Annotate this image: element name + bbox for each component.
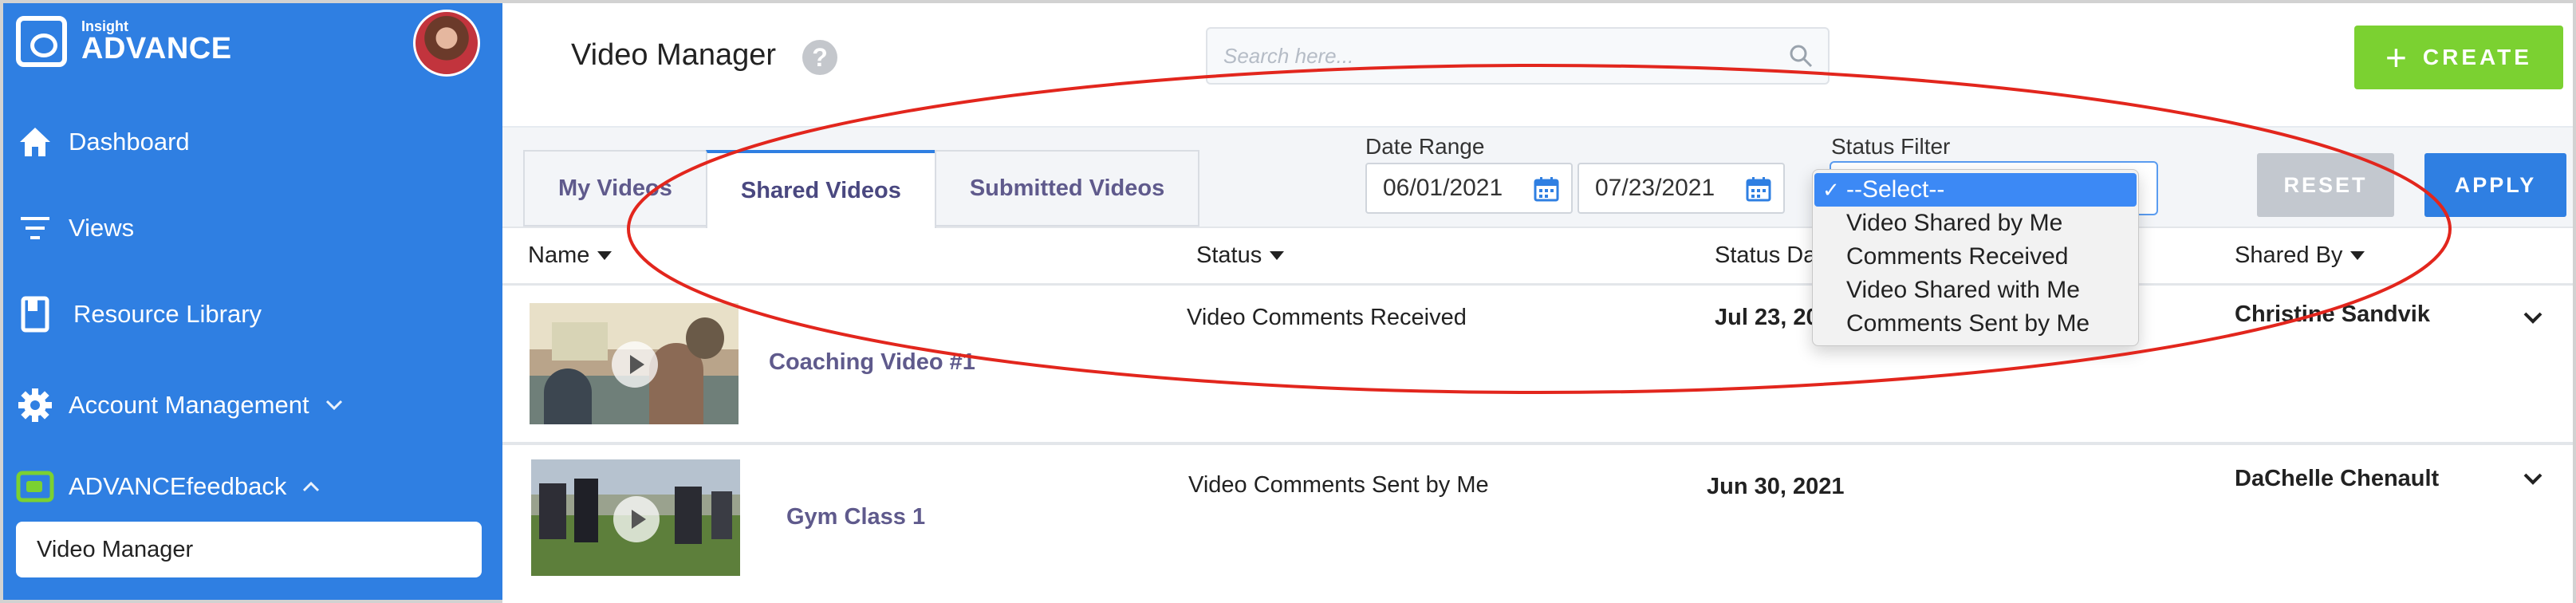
gear-icon xyxy=(16,386,54,424)
sidebar-item-views[interactable]: Views xyxy=(16,206,134,250)
dropdown-option-comments-sent-by-me[interactable]: Comments Sent by Me xyxy=(1813,307,2138,341)
filter-lines-icon xyxy=(16,209,54,247)
filter-bar: My Videos Shared Videos Submitted Videos… xyxy=(502,128,2573,228)
sort-caret-icon xyxy=(2350,251,2365,260)
shared-by-cell: DaChelle Chenault xyxy=(2235,466,2440,491)
search-box xyxy=(1206,27,1830,85)
top-bar: Video Manager ? + CREATE xyxy=(502,3,2573,128)
create-label: CREATE xyxy=(2422,45,2532,69)
tab-my-videos[interactable]: My Videos xyxy=(523,150,707,227)
video-thumbnail[interactable] xyxy=(530,303,739,424)
logo[interactable]: Insight ADVANCE xyxy=(16,16,232,67)
column-header-shared-by[interactable]: Shared By xyxy=(2235,242,2365,269)
tab-shared-videos[interactable]: Shared Videos xyxy=(705,150,936,228)
column-header-name[interactable]: Name xyxy=(528,242,612,269)
sidebar-item-video-manager[interactable]: Video Manager xyxy=(16,522,482,577)
column-header-status-date[interactable]: Status Da xyxy=(1715,242,1816,269)
home-icon xyxy=(16,123,54,161)
column-header-label: Name xyxy=(528,242,590,268)
tab-submitted-videos[interactable]: Submitted Videos xyxy=(934,150,1200,227)
dropdown-option-select[interactable]: ✓ --Select-- xyxy=(1814,173,2137,207)
sidebar-item-label: Views xyxy=(69,214,135,242)
apply-button[interactable]: APPLY xyxy=(2424,153,2566,217)
play-icon[interactable] xyxy=(613,496,660,542)
dropdown-option-video-shared-by-me[interactable]: Video Shared by Me xyxy=(1813,207,2138,240)
sidebar-item-label: Account Management xyxy=(69,391,309,419)
video-title-link[interactable]: Gym Class 1 xyxy=(786,504,925,530)
sidebar-item-label: ADVANCEfeedback xyxy=(69,472,287,500)
date-range-label: Date Range xyxy=(1365,134,1485,159)
sidebar-item-label: Resource Library xyxy=(73,300,262,328)
user-avatar[interactable] xyxy=(413,10,480,77)
dropdown-option-label: --Select-- xyxy=(1846,176,1945,203)
status-cell: Video Comments Received xyxy=(1187,305,1467,330)
chevron-down-icon xyxy=(325,395,343,416)
checkmark-icon: ✓ xyxy=(1822,177,1840,202)
video-title-link[interactable]: Coaching Video #1 xyxy=(769,349,975,376)
date-to-field[interactable]: 07/23/2021 xyxy=(1578,163,1785,214)
sidebar-item-dashboard[interactable]: Dashboard xyxy=(16,120,190,164)
logo-big-text: ADVANCE xyxy=(81,32,232,65)
status-filter-label: Status Filter xyxy=(1831,134,1951,159)
feedback-icon xyxy=(16,467,54,506)
help-icon[interactable]: ? xyxy=(802,40,837,75)
reset-button[interactable]: RESET xyxy=(2257,153,2394,217)
sidebar-item-account-management[interactable]: Account Management xyxy=(16,383,343,428)
date-from-value: 06/01/2021 xyxy=(1383,175,1503,201)
date-from-field[interactable]: 06/01/2021 xyxy=(1365,163,1573,214)
status-date-cell: Jun 30, 2021 xyxy=(1707,474,1845,499)
book-icon xyxy=(16,295,54,333)
chevron-down-icon[interactable] xyxy=(2522,467,2544,490)
table-row[interactable]: Gym Class 1 Video Comments Sent by Me Ju… xyxy=(502,445,2573,603)
table-header: Name Status Status Da Shared By xyxy=(502,230,2573,286)
page-title: Video Manager xyxy=(571,38,777,72)
tab-bar: My Videos Shared Videos Submitted Videos xyxy=(523,150,1200,228)
search-icon[interactable] xyxy=(1788,43,1814,69)
calendar-icon[interactable] xyxy=(1533,175,1560,203)
chevron-down-icon[interactable] xyxy=(2522,306,2544,329)
sidebar-item-advancefeedback[interactable]: ADVANCEfeedback xyxy=(16,464,320,509)
sort-caret-icon xyxy=(597,251,612,260)
plus-icon: + xyxy=(2385,37,2407,78)
dropdown-option-comments-received[interactable]: Comments Received xyxy=(1813,240,2138,274)
column-header-label: Status xyxy=(1196,242,1262,268)
sidebar-item-label: Dashboard xyxy=(69,128,190,156)
column-header-label: Status Da xyxy=(1715,242,1817,268)
dropdown-option-video-shared-with-me[interactable]: Video Shared with Me xyxy=(1813,274,2138,307)
logo-icon xyxy=(16,16,67,67)
column-header-status[interactable]: Status xyxy=(1196,242,1285,269)
play-icon[interactable] xyxy=(612,341,658,388)
video-thumbnail[interactable] xyxy=(531,459,740,576)
sort-caret-icon xyxy=(1270,251,1285,260)
status-cell: Video Comments Sent by Me xyxy=(1188,472,1489,498)
table-row[interactable]: Coaching Video #1 Video Comments Receive… xyxy=(502,286,2573,445)
date-to-value: 07/23/2021 xyxy=(1595,175,1715,201)
status-filter-dropdown: ✓ --Select-- Video Shared by Me Comments… xyxy=(1812,169,2139,346)
shared-by-cell: Christine Sandvik xyxy=(2235,302,2430,327)
column-header-label: Shared By xyxy=(2235,242,2343,268)
calendar-icon[interactable] xyxy=(1745,175,1772,203)
sidebar-item-resource-library[interactable]: Resource Library xyxy=(16,292,262,337)
create-button[interactable]: + CREATE xyxy=(2354,26,2563,89)
search-input[interactable] xyxy=(1223,43,1750,69)
chevron-up-icon xyxy=(302,476,320,497)
sidebar: Insight ADVANCE Dashboard Views Resource… xyxy=(3,3,502,600)
